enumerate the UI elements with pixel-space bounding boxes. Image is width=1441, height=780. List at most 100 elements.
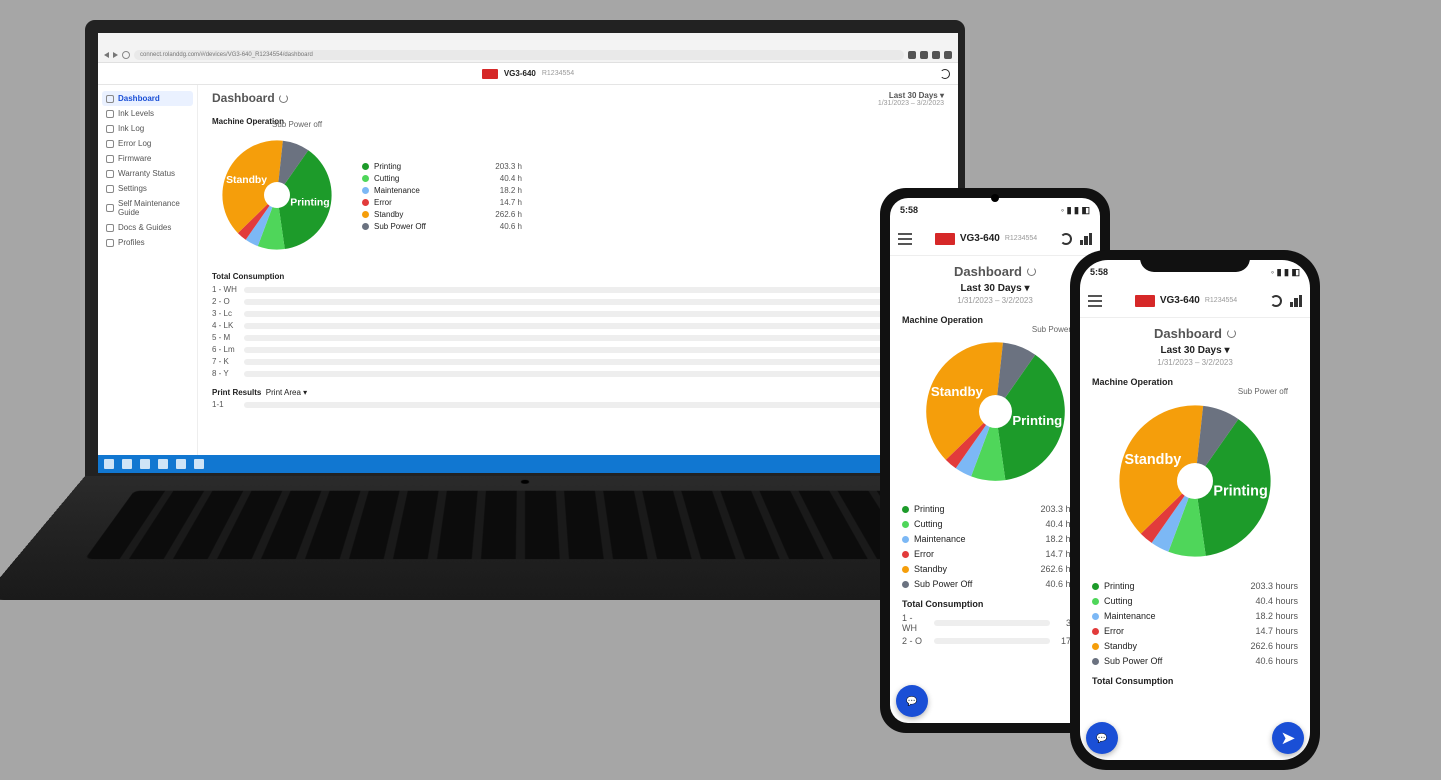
sidebar-item-firmware[interactable]: Firmware [102,151,193,166]
ink-bar-row: 1 - WH35 ml [902,613,1088,633]
sidebar-icon [106,155,114,163]
pie-callout: Sub Power off [1238,387,1288,396]
sidebar-item-settings[interactable]: Settings [102,181,193,196]
print-result-row: 1-18.3 m² [212,400,944,409]
refresh-icon[interactable] [1060,233,1072,245]
ink-bar-row: 1 - WH35 ml [212,285,944,294]
app-icon[interactable] [194,459,204,469]
laptop-device: connect.rolanddg.com/#/devices/VG3-640_R… [85,20,965,686]
app-icon[interactable] [158,459,168,469]
date-range-selector[interactable]: Last 30 Days ▾ [878,91,944,100]
windows-taskbar [98,455,958,473]
legend-item: Cutting40.4 hours [902,519,1088,529]
section-total-consumption: Total Consumption [1092,676,1298,686]
search-icon[interactable] [122,459,132,469]
taskview-icon[interactable] [140,459,150,469]
legend-item: Sub Power Off40.6 hours [1092,656,1298,666]
menu-icon[interactable] [944,51,952,59]
sidebar-item-ink-log[interactable]: Ink Log [102,121,193,136]
start-icon[interactable] [104,459,114,469]
reload-dashboard-icon[interactable] [1227,329,1236,338]
sidebar-icon [106,125,114,133]
ios-phone: 5:58◦ ▮ ▮ ◧ VG3-640R1234554 Dashboard La… [1070,250,1320,770]
refresh-icon[interactable] [940,69,950,79]
legend-item: Standby262.6 h [362,210,522,219]
sidebar-icon [106,224,114,232]
sidebar-item-error-log[interactable]: Error Log [102,136,193,151]
ink-consumption-bars: 1 - WH35 ml 2 - O178 ml 3 - Lc67 ml 4 - LK3… [212,285,944,378]
svg-text:Printing: Printing [1213,484,1267,500]
ink-bar-row: 8 - Y190 ml [212,369,944,378]
ink-bar-row: 4 - LK30 ml [212,321,944,330]
legend-item: Cutting40.4 hours [1092,596,1298,606]
mobile-app-header: VG3-640R1234554 [890,222,1100,256]
ink-bar-row: 2 - O178 ml [212,297,944,306]
legend-item: Maintenance18.2 hours [902,534,1088,544]
chat-fab[interactable]: 💬 [896,685,928,717]
chat-fab[interactable]: 💬 [1086,722,1118,754]
device-serial: R1234554 [542,70,574,77]
sidebar-icon [106,204,114,212]
svg-text:Standby: Standby [1124,452,1181,468]
sidebar-icon [106,239,114,247]
legend-item: Cutting40.4 h [362,174,522,183]
chat-bubble-fab[interactable]: ➤ [1272,722,1304,754]
pie-legend: Printing203.3 hours Cutting40.4 hours Main… [1092,581,1298,666]
main-content: Dashboard Last 30 Days ▾ 1/31/2023 – 3/2… [198,85,958,455]
ink-bar-row: 2 - O178 ml [902,636,1088,646]
brand-logo-icon [1135,295,1155,307]
back-icon[interactable] [104,52,109,58]
filter-icon[interactable] [1290,295,1302,307]
machine-operation-pie-chart: Printing Standby [1105,391,1285,571]
print-results-sort[interactable]: Print Results Print Area ▾ [212,388,307,397]
ink-bar-row: 7 - K182 ml [212,357,944,366]
ink-bar-row: 5 - M168 ml [212,333,944,342]
section-total-consumption: Total Consumption [212,272,944,281]
legend-item: Standby262.6 hours [902,564,1088,574]
sidebar-icon [106,170,114,178]
extension-icon[interactable] [908,51,916,59]
laptop-viewport: connect.rolanddg.com/#/devices/VG3-640_R… [98,33,958,473]
filter-icon[interactable] [1080,233,1092,245]
sidebar-item-ink-levels[interactable]: Ink Levels [102,106,193,121]
legend-item: Printing203.3 hours [1092,581,1298,591]
pie-legend: Printing203.3 hCutting40.4 hMaintenance1… [362,162,522,231]
page-title: Dashboard [212,91,288,105]
section-machine-operation: Machine Operation [1092,377,1298,387]
sidebar-item-profiles[interactable]: Profiles [102,235,193,250]
url-bar[interactable]: connect.rolanddg.com/#/devices/VG3-640_R… [134,50,904,60]
sidebar-item-self-maintenance-guide[interactable]: Self Maintenance Guide [102,196,193,220]
app-icon[interactable] [176,459,186,469]
ink-consumption-bars: 1 - WH35 ml 2 - O178 ml [902,613,1088,646]
reload-icon[interactable] [122,51,130,59]
pie-callout: Sub Power off [272,120,322,129]
date-range-value: 1/31/2023 – 3/2/2023 [902,296,1088,305]
sidebar-icon [106,110,114,118]
sidebar-icon [106,185,114,193]
ink-bar-row: 3 - Lc67 ml [212,309,944,318]
date-range-selector[interactable]: Last 30 Days ▾ [1092,345,1298,356]
sidebar-item-dashboard[interactable]: Dashboard [102,91,193,106]
legend-item: Maintenance18.2 hours [1092,611,1298,621]
sidebar-icon [106,95,114,103]
legend-item: Standby262.6 hours [1092,641,1298,651]
machine-operation-pie-chart: PrintingStandby [212,130,342,260]
forward-icon[interactable] [113,52,118,58]
machine-operation-pie-chart: PrintingStandby [913,329,1078,494]
sidebar-item-warranty-status[interactable]: Warranty Status [102,166,193,181]
hamburger-icon[interactable] [898,233,912,245]
reload-dashboard-icon[interactable] [279,94,288,103]
reload-dashboard-icon[interactable] [1027,267,1036,276]
hamburger-icon[interactable] [1088,295,1102,307]
extension-icon[interactable] [920,51,928,59]
sidebar-icon [106,140,114,148]
legend-item: Printing203.3 h [362,162,522,171]
mobile-app-header: VG3-640R1234554 [1080,284,1310,318]
section-machine-operation: Machine Operation [902,315,1088,325]
page-title: Dashboard [1092,326,1298,341]
legend-item: Error14.7 h [362,198,522,207]
refresh-icon[interactable] [1270,295,1282,307]
extension-icon[interactable] [932,51,940,59]
sidebar-item-docs-&-guides[interactable]: Docs & Guides [102,220,193,235]
date-range-selector[interactable]: Last 30 Days ▾ [902,283,1088,294]
